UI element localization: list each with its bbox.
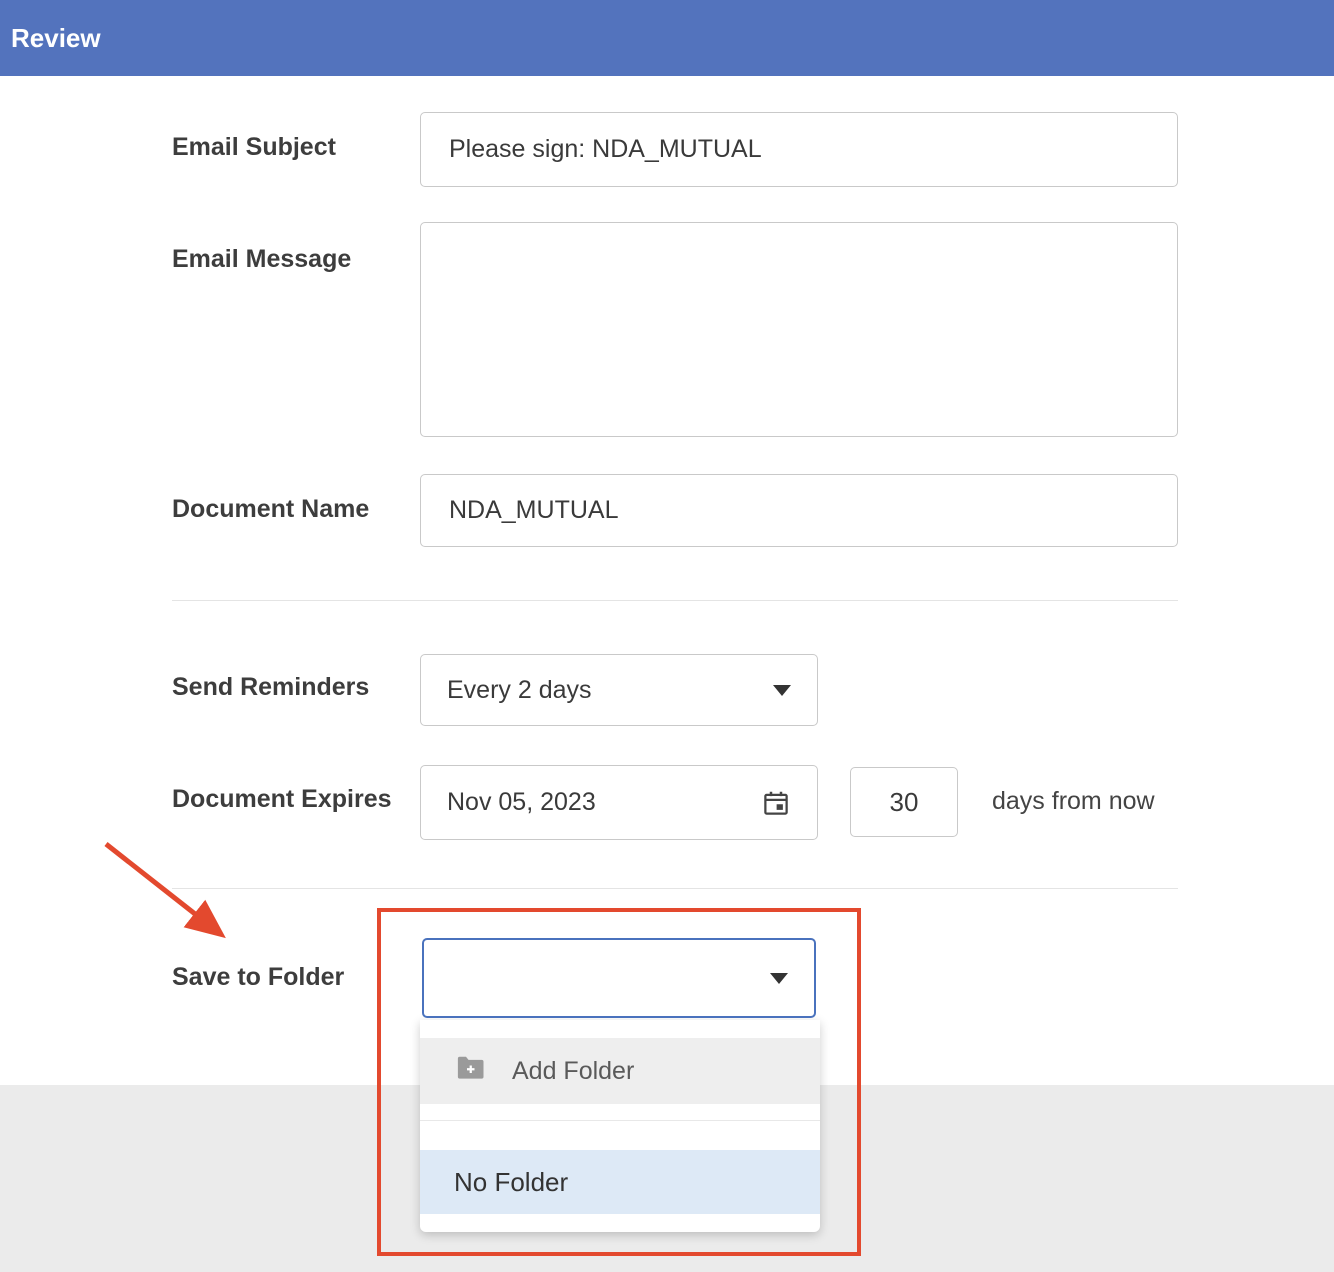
page-title: Review	[11, 23, 101, 54]
email-message-textarea[interactable]	[420, 222, 1178, 437]
send-reminders-select[interactable]: Every 2 days	[420, 654, 818, 726]
document-name-label: Document Name	[172, 495, 369, 524]
email-subject-input[interactable]	[420, 112, 1178, 187]
folder-plus-icon	[456, 1055, 486, 1088]
send-reminders-label: Send Reminders	[172, 673, 369, 702]
expires-days-input[interactable]	[850, 767, 958, 837]
email-subject-label: Email Subject	[172, 133, 336, 162]
section-divider	[172, 888, 1178, 889]
annotation-arrow	[92, 834, 252, 954]
folder-dropdown-menu: Add Folder No Folder	[420, 1020, 820, 1232]
document-expires-label: Document Expires	[172, 785, 392, 814]
calendar-icon[interactable]	[761, 788, 791, 818]
dropdown-divider	[420, 1120, 820, 1121]
dropdown-item-add-folder[interactable]: Add Folder	[420, 1038, 820, 1104]
save-to-folder-select[interactable]	[422, 938, 816, 1018]
document-expires-date-value: Nov 05, 2023	[447, 788, 596, 817]
days-from-now-text: days from now	[992, 787, 1155, 816]
section-divider	[172, 600, 1178, 601]
document-expires-date-input[interactable]: Nov 05, 2023	[420, 765, 818, 840]
chevron-down-icon	[770, 973, 788, 984]
chevron-down-icon	[773, 685, 791, 696]
dropdown-item-label: Add Folder	[512, 1057, 634, 1086]
review-screen: Review Email Subject Email Message Docum…	[0, 0, 1334, 1272]
document-name-input[interactable]	[420, 474, 1178, 547]
email-message-label: Email Message	[172, 245, 351, 274]
header-bar: Review	[0, 0, 1334, 76]
send-reminders-value: Every 2 days	[447, 676, 592, 705]
dropdown-item-no-folder[interactable]: No Folder	[420, 1150, 820, 1214]
dropdown-item-label: No Folder	[454, 1167, 568, 1198]
save-to-folder-label: Save to Folder	[172, 963, 344, 992]
